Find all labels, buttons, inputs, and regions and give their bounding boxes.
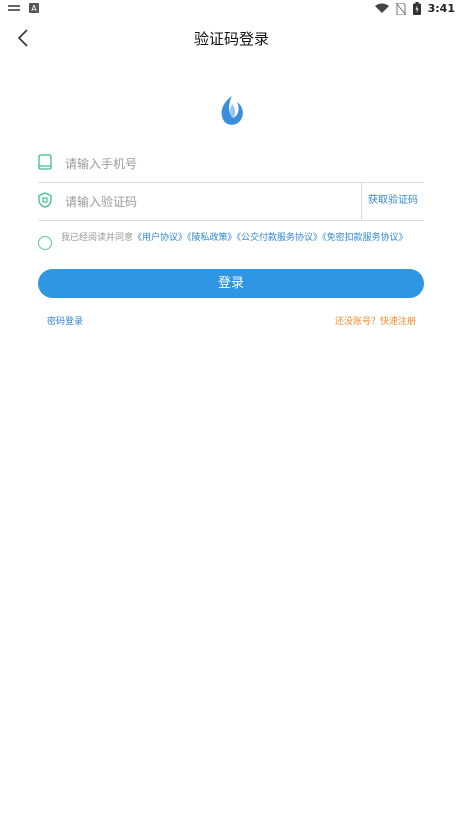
user-agreement-link[interactable]: 《用户协议》	[133, 233, 187, 243]
svg-text:A: A	[31, 4, 37, 13]
register-link[interactable]: 还没账号？快速注册	[335, 314, 416, 327]
bus-payment-agreement-link[interactable]: 《公交付款服务协议》	[237, 233, 323, 243]
privacy-policy-link[interactable]: 《陵私政策》	[187, 233, 237, 243]
status-bar: A 3:41	[0, 0, 463, 18]
agreement-text: 我已经阅读并同意《用户协议》《陵私政策》《公交付款服务协议》《免密扣款服务协议》	[61, 233, 419, 244]
notification-icon	[8, 5, 20, 11]
shield-icon	[38, 192, 52, 208]
status-right: 3:41	[374, 2, 455, 15]
password-free-agreement-link[interactable]: 《免密扣款服务协议》	[322, 233, 408, 243]
status-time: 3:41	[427, 2, 455, 15]
battery-icon	[412, 2, 421, 15]
code-field: 获取验证码	[38, 182, 424, 221]
app-store-icon: A	[29, 3, 39, 13]
phone-input[interactable]	[63, 150, 357, 178]
phone-field	[38, 144, 424, 183]
app-logo-icon	[221, 96, 243, 125]
login-button[interactable]: 登录	[38, 269, 424, 298]
no-sim-icon	[395, 2, 406, 15]
get-code-button[interactable]: 获取验证码	[361, 182, 424, 220]
code-input[interactable]	[63, 188, 357, 216]
agree-checkbox[interactable]	[38, 236, 52, 250]
page-title: 验证码登录	[193, 30, 269, 48]
agreement-prefix: 我已经阅读并同意	[61, 233, 134, 243]
phone-icon	[38, 154, 52, 170]
password-login-link[interactable]: 密码登录	[47, 314, 83, 327]
status-left: A	[8, 3, 40, 13]
wifi-icon	[374, 3, 389, 13]
title-bar: 验证码登录	[0, 18, 463, 58]
